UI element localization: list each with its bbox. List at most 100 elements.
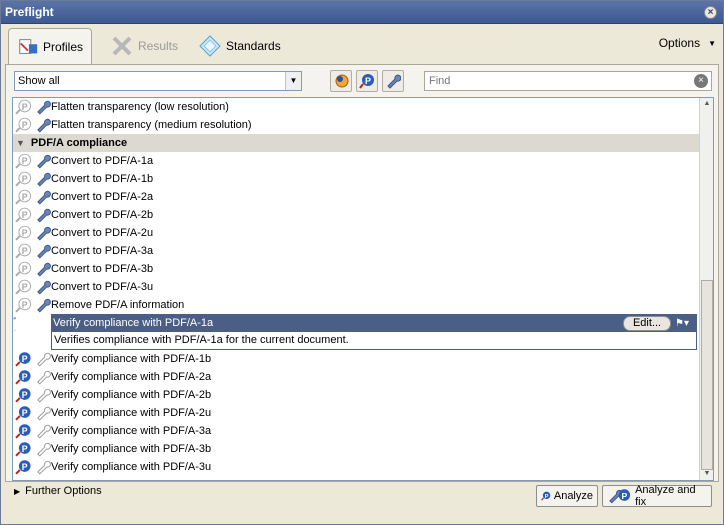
list-item[interactable]: P Flatten transparency (low resolution) — [13, 98, 713, 116]
list-item[interactable]: P Verify compliance with PDF/A-3a — [13, 422, 713, 440]
show-checks-button[interactable]: P — [356, 70, 378, 92]
tab-label: Profiles — [42, 39, 83, 54]
list-item-label: Verify compliance with PDF/A-1b — [51, 353, 212, 365]
list-item[interactable]: P Verify compliance with PDF/A-2u — [13, 404, 713, 422]
close-icon[interactable]: × — [704, 6, 717, 19]
options-label: Options — [658, 36, 701, 50]
check-icon: P — [15, 99, 32, 115]
wrench-icon — [36, 370, 51, 385]
show-fixups-button[interactable] — [382, 70, 404, 92]
list-item[interactable]: P Convert to PDF/A-3u — [13, 278, 713, 296]
analyze-button[interactable]: P Analyze — [536, 485, 598, 507]
tab-profiles[interactable]: Profiles — [8, 28, 92, 64]
check-icon: P — [15, 189, 32, 205]
scroll-thumb[interactable] — [701, 280, 713, 470]
svg-text:P: P — [22, 156, 28, 166]
svg-text:P: P — [621, 491, 627, 501]
row-icons: P — [13, 99, 51, 115]
options-menu[interactable]: Options ▼ — [659, 36, 716, 50]
list-item[interactable]: P Flatten transparency (medium resolution… — [13, 116, 713, 134]
svg-text:P: P — [22, 300, 28, 310]
list-item[interactable]: P Convert to PDF/A-2u — [13, 224, 713, 242]
standards-icon — [199, 35, 221, 57]
check-icon: P — [13, 317, 16, 320]
check-icon: P — [15, 388, 31, 403]
check-icon: P — [15, 424, 31, 439]
wrench-icon — [36, 208, 51, 223]
check-icon: P — [15, 460, 31, 475]
edit-button[interactable]: Edit... — [623, 316, 671, 331]
list-item[interactable]: P Convert to PDF/A-3a — [13, 242, 713, 260]
tab-standards[interactable]: Standards — [190, 28, 289, 64]
wrench-icon — [36, 262, 51, 277]
filter-dropdown[interactable]: Show all ▼ — [14, 71, 302, 91]
profiles-panel: Show all ▼ P Find × P Flatten transparen… — [5, 64, 719, 482]
row-icons: P — [13, 459, 51, 475]
tab-label: Standards — [226, 39, 281, 53]
check-icon: P — [15, 297, 32, 313]
list-item-label: Convert to PDF/A-2b — [51, 209, 154, 221]
wrench-icon — [36, 460, 51, 475]
check-icon: P — [15, 117, 32, 133]
list-item-label: Convert to PDF/A-2a — [51, 191, 154, 203]
list-item[interactable]: P Verify compliance with PDF/A-1b — [13, 350, 713, 368]
list-item-label: Convert to PDF/A-1b — [51, 173, 154, 185]
row-icons: P — [13, 423, 51, 439]
list-item[interactable]: P Convert to PDF/A-1a — [13, 152, 713, 170]
list-item[interactable]: P Convert to PDF/A-1b — [13, 170, 713, 188]
section-header[interactable]: ▼ PDF/A compliance — [13, 134, 699, 152]
svg-text:P: P — [22, 102, 28, 112]
find-field[interactable]: × — [424, 71, 712, 91]
list-item[interactable]: P Convert to PDF/A-2a — [13, 188, 713, 206]
list-item-label: Convert to PDF/A-2u — [51, 227, 154, 239]
analyze-fix-label: Analyze and fix — [635, 484, 696, 508]
wrench-icon — [36, 352, 51, 367]
show-profiles-button[interactable] — [330, 70, 352, 92]
svg-text:P: P — [22, 408, 28, 418]
further-options-toggle[interactable]: ▶ Further Options — [14, 485, 102, 499]
wrench-icon — [36, 118, 51, 133]
wrench-icon — [36, 424, 51, 439]
list-item[interactable]: P Convert to PDF/A-3b — [13, 260, 713, 278]
flag-icon[interactable]: ⚑▾ — [675, 315, 695, 331]
selected-profile[interactable]: P Verify compliance with PDF/A-1a Edit..… — [13, 314, 697, 350]
svg-text:P: P — [22, 264, 28, 274]
wrench-icon — [36, 226, 51, 241]
profiles-list[interactable]: P Flatten transparency (low resolution) P F… — [12, 97, 714, 481]
profiles-icon — [19, 38, 38, 54]
scroll-up-icon[interactable]: ▲ — [701, 99, 713, 109]
list-item-label: Verify compliance with PDF/A-2u — [51, 407, 212, 419]
wrench-icon — [36, 406, 51, 421]
list-item[interactable]: P Remove PDF/A information — [13, 296, 713, 314]
find-input[interactable] — [425, 72, 685, 90]
list-scrollbar[interactable]: ▲ ▼ — [699, 98, 713, 480]
svg-text:P: P — [22, 462, 28, 472]
row-icons: P — [13, 261, 51, 277]
row-icons: P — [13, 441, 51, 457]
list-item-label: Convert to PDF/A-1a — [51, 155, 154, 167]
row-icons: P — [13, 171, 51, 187]
svg-text:P: P — [365, 76, 371, 86]
list-item[interactable]: P Verify compliance with PDF/A-3u — [13, 458, 713, 476]
svg-text:P: P — [22, 282, 28, 292]
analyze-and-fix-button[interactable]: P Analyze and fix — [602, 484, 712, 508]
list-item[interactable]: P Convert to PDF/A-2b — [13, 206, 713, 224]
clear-icon[interactable]: × — [694, 74, 708, 88]
row-icons: P — [13, 153, 51, 169]
scroll-down-icon[interactable]: ▼ — [701, 469, 713, 479]
list-item[interactable]: P Verify compliance with PDF/A-2a — [13, 368, 713, 386]
chevron-down-icon: ▼ — [708, 38, 716, 48]
tab-results[interactable]: Results — [102, 28, 186, 64]
row-icons: P — [13, 117, 51, 133]
wrench-icon — [13, 329, 16, 332]
wrench-icon — [36, 100, 51, 115]
row-icons: P — [13, 279, 51, 295]
list-item-label: Remove PDF/A information — [51, 299, 185, 311]
check-icon: P — [15, 261, 32, 277]
wrench-icon — [36, 244, 51, 259]
row-icons: P — [13, 297, 51, 313]
check-icon: P — [359, 74, 374, 89]
list-item[interactable]: P Verify compliance with PDF/A-3b — [13, 440, 713, 458]
bottom-bar: ▶ Further Options P Analyze P Analyze an… — [2, 483, 722, 523]
list-item[interactable]: P Verify compliance with PDF/A-2b — [13, 386, 713, 404]
